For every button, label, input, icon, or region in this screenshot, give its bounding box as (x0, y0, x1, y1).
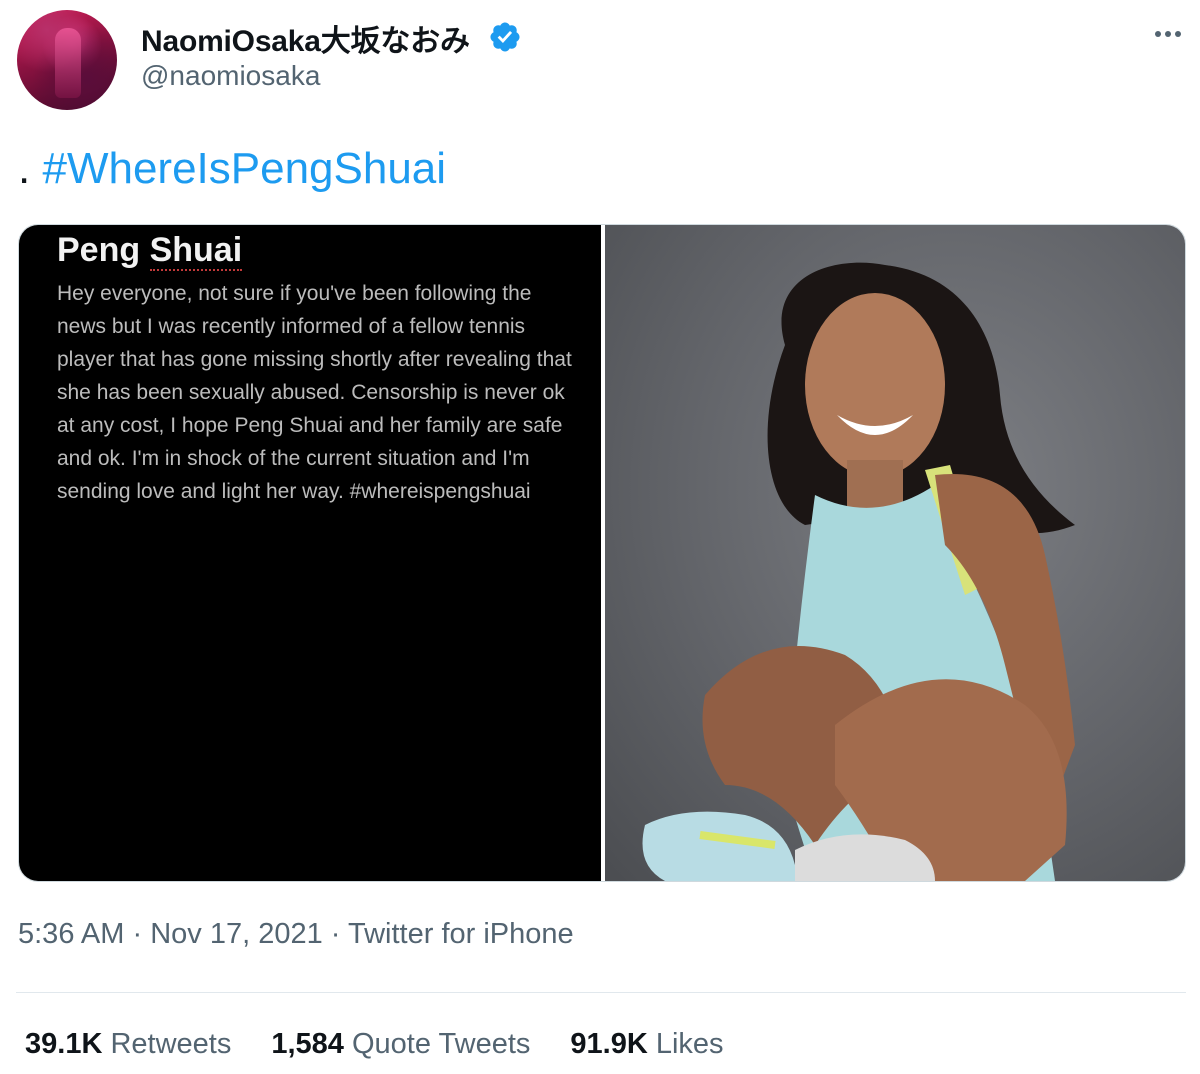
verified-badge-icon (490, 22, 520, 52)
statement-title-second: Shuai (149, 231, 243, 271)
tweet-date[interactable]: Nov 17, 2021 (150, 918, 323, 950)
statement-title-first: Peng (57, 231, 141, 269)
avatar-figure (55, 28, 81, 98)
tweet-time[interactable]: 5:36 AM (18, 918, 124, 950)
photo-illustration (642, 262, 1075, 881)
media-image-photo[interactable] (605, 225, 1185, 881)
likes-label: Likes (655, 1028, 724, 1060)
retweets-label: Retweets (110, 1028, 232, 1060)
retweets-count: 39.1K (25, 1028, 103, 1060)
dot (1175, 31, 1181, 37)
separator: · (132, 918, 143, 950)
display-name[interactable]: NaomiOsaka大坂なおみ (141, 16, 470, 60)
likes-count: 91.9K (570, 1028, 648, 1060)
media-image-statement[interactable]: Peng Shuai Hey everyone, not sure if you… (19, 225, 601, 881)
quote-tweets-stat[interactable]: 1,584 Quote Tweets (271, 1028, 530, 1061)
dot (1155, 31, 1161, 37)
dot (1165, 31, 1171, 37)
retweets-stat[interactable]: 39.1K Retweets (25, 1028, 231, 1061)
tweet-timestamp: 5:36 AM · Nov 17, 2021 · Twitter for iPh… (18, 918, 574, 951)
statement-body: Hey everyone, not sure if you've been fo… (57, 282, 572, 503)
statement-title: Peng Shuai (57, 231, 243, 271)
quote-tweets-count: 1,584 (271, 1028, 344, 1060)
tweet-source-link[interactable]: Twitter for iPhone (348, 918, 574, 950)
media-grid: Peng Shuai Hey everyone, not sure if you… (18, 224, 1186, 882)
tweet-text: . #WhereIsPengShuai (18, 144, 446, 194)
more-options-icon[interactable] (1146, 14, 1190, 54)
user-handle[interactable]: @naomiosaka (141, 60, 320, 92)
hashtag-link[interactable]: #WhereIsPengShuai (42, 144, 446, 193)
avatar[interactable] (17, 10, 117, 110)
separator: · (330, 918, 341, 950)
divider (16, 992, 1186, 993)
quote-tweets-label: Quote Tweets (351, 1028, 531, 1060)
tweet-text-prefix: . (18, 144, 31, 193)
likes-stat[interactable]: 91.9K Likes (570, 1028, 723, 1061)
tweet-stats: 39.1K Retweets 1,584 Quote Tweets 91.9K … (25, 1028, 724, 1061)
